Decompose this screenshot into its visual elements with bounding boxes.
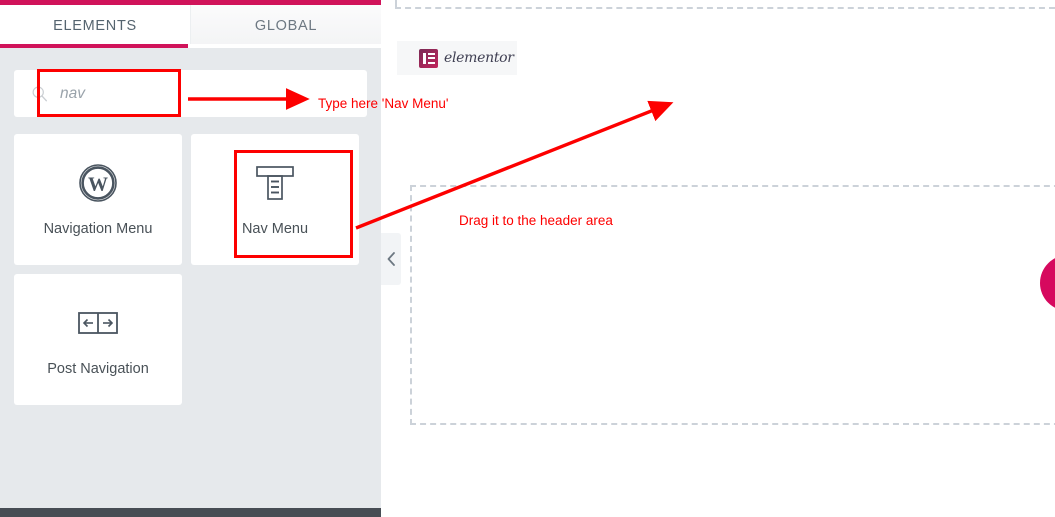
elementor-logo-text: elementor (444, 50, 514, 66)
inactive-tab-underline-mask (188, 44, 381, 48)
search-input[interactable] (58, 83, 332, 104)
elementor-badge-icon (419, 48, 438, 68)
widget-card-post-navigation[interactable]: Post Navigation (14, 274, 182, 405)
chevron-left-icon (387, 252, 395, 266)
widget-label: Nav Menu (241, 220, 309, 237)
search-icon (32, 86, 47, 102)
widget-label: Navigation Menu (43, 220, 153, 237)
widget-search-field[interactable] (14, 70, 367, 117)
post-navigation-icon (76, 301, 120, 345)
widget-list: W Navigation Menu Nav Menu Post Navigati… (14, 134, 369, 405)
nav-menu-icon (253, 161, 297, 205)
panel-tabs: ELEMENTS GLOBAL (0, 5, 381, 47)
widget-card-navigation-menu[interactable]: W Navigation Menu (14, 134, 182, 265)
tab-global-label: GLOBAL (254, 18, 318, 34)
wordpress-icon: W (78, 161, 118, 205)
canvas-top-dashed-region (395, 0, 1055, 9)
tab-elements-label: ELEMENTS (53, 18, 137, 34)
widget-label: Post Navigation (47, 360, 149, 377)
svg-text:W: W (88, 173, 108, 195)
header-drop-area[interactable] (410, 185, 1055, 425)
panel-collapse-handle[interactable] (381, 233, 401, 285)
widget-card-nav-menu[interactable]: Nav Menu (191, 134, 359, 265)
editor-canvas: elementor (381, 0, 1055, 517)
panel-footer-bar (0, 508, 381, 517)
elementor-logo-block: elementor (397, 41, 517, 75)
tab-global[interactable]: GLOBAL (191, 5, 381, 47)
elementor-widgets-panel: ELEMENTS GLOBAL W Navigation Menu (0, 0, 381, 517)
tab-elements[interactable]: ELEMENTS (0, 5, 191, 47)
